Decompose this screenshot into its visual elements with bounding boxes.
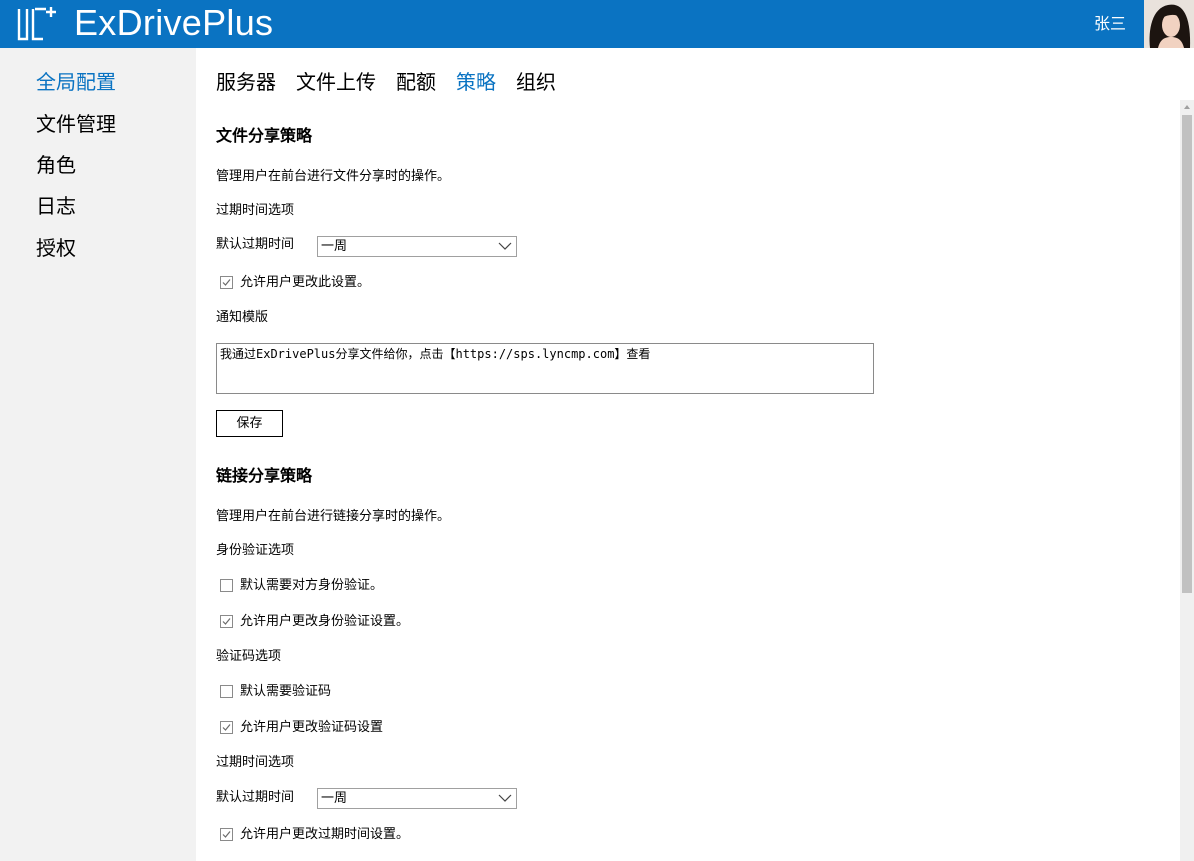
sidebar: 全局配置 文件管理 角色 日志 授权 (0, 48, 196, 861)
link-share-expire-section-label: 过期时间选项 (216, 755, 295, 770)
sidebar-item-authorization[interactable]: 授权 (36, 235, 76, 261)
save-button[interactable]: 保存 (216, 410, 283, 437)
tab-organization[interactable]: 组织 (516, 69, 556, 95)
checkmark-icon (222, 724, 231, 731)
file-share-expire-section-label: 过期时间选项 (216, 203, 295, 218)
link-share-auth-section-label: 身份验证选项 (216, 543, 295, 558)
checkmark-icon (222, 831, 231, 838)
tab-server[interactable]: 服务器 (216, 69, 276, 95)
link-share-require-captcha-checkbox[interactable] (220, 685, 233, 698)
sidebar-item-file-management[interactable]: 文件管理 (36, 111, 116, 137)
file-share-allow-change-checkbox[interactable] (220, 276, 233, 289)
file-share-expire-select-value: 一周 (321, 239, 348, 254)
avatar[interactable] (1144, 0, 1194, 48)
chevron-down-icon (498, 794, 512, 802)
link-share-require-captcha-label: 默认需要验证码 (240, 684, 332, 699)
file-share-default-expire-label: 默认过期时间 (216, 237, 295, 252)
sidebar-item-roles[interactable]: 角色 (36, 152, 76, 178)
tab-policy[interactable]: 策略 (456, 69, 496, 95)
file-share-allow-change-label: 允许用户更改此设置。 (240, 275, 371, 290)
link-share-allow-auth-change-checkbox[interactable] (220, 615, 233, 628)
link-share-expire-select-value: 一周 (321, 791, 348, 806)
tab-file-upload[interactable]: 文件上传 (296, 69, 376, 95)
link-share-expire-select[interactable]: 一周 (317, 788, 517, 809)
link-share-require-auth-checkbox[interactable] (220, 579, 233, 592)
link-share-default-expire-label: 默认过期时间 (216, 790, 295, 805)
user-name[interactable]: 张三 (1094, 14, 1126, 34)
app-title: ExDrivePlus (74, 2, 274, 43)
checkmark-icon (222, 618, 231, 625)
link-share-allow-expire-change-checkbox[interactable] (220, 828, 233, 841)
scroll-up-arrow-icon[interactable] (1180, 100, 1194, 114)
file-share-description: 管理用户在前台进行文件分享时的操作。 (216, 169, 451, 184)
link-share-allow-expire-change-label: 允许用户更改过期时间设置。 (240, 827, 410, 842)
checkmark-icon (222, 279, 231, 286)
sidebar-item-logs[interactable]: 日志 (36, 193, 76, 219)
logo-icon (17, 7, 56, 41)
file-share-expire-select[interactable]: 一周 (317, 236, 517, 257)
tab-quota[interactable]: 配额 (396, 69, 436, 95)
link-share-title: 链接分享策略 (216, 466, 313, 485)
scrollbar-thumb[interactable] (1182, 115, 1192, 593)
app-header: ExDrivePlus 张三 (0, 0, 1194, 48)
link-share-require-auth-label: 默认需要对方身份验证。 (240, 578, 384, 593)
link-share-description: 管理用户在前台进行链接分享时的操作。 (216, 509, 451, 524)
avatar-image (1144, 0, 1194, 48)
file-share-template-label: 通知模版 (216, 310, 269, 325)
chevron-down-icon (498, 242, 512, 250)
link-share-allow-captcha-change-checkbox[interactable] (220, 721, 233, 734)
file-share-template-textarea[interactable]: 我通过ExDrivePlus分享文件给你，点击【https://sps.lync… (216, 343, 874, 394)
vertical-scrollbar[interactable] (1180, 100, 1194, 861)
link-share-allow-captcha-change-label: 允许用户更改验证码设置 (240, 720, 384, 735)
file-share-title: 文件分享策略 (216, 126, 313, 145)
link-share-captcha-section-label: 验证码选项 (216, 649, 282, 664)
main-content: 服务器 文件上传 配额 策略 组织 文件分享策略 管理用户在前台进行文件分享时的… (196, 48, 1180, 861)
sidebar-item-global-config[interactable]: 全局配置 (36, 69, 116, 95)
link-share-allow-auth-change-label: 允许用户更改身份验证设置。 (240, 614, 410, 629)
